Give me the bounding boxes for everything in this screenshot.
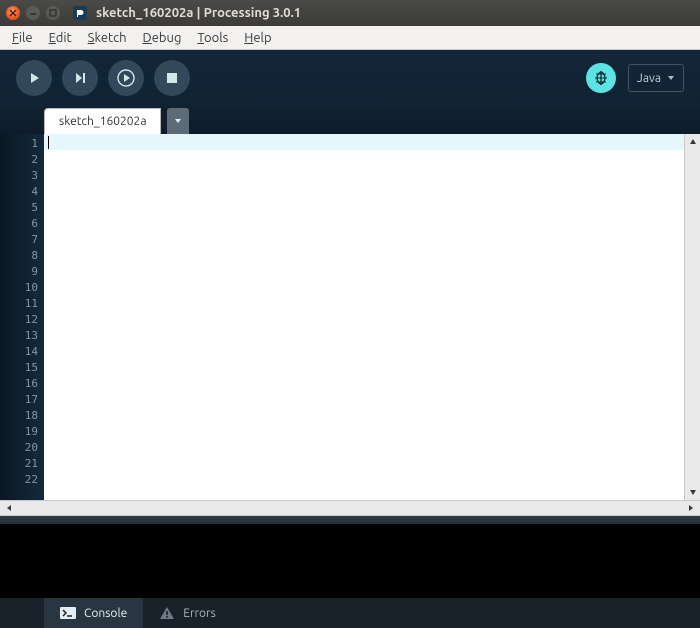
maximize-button[interactable] <box>46 6 60 20</box>
toolbar: Java <box>0 50 700 106</box>
run-button[interactable] <box>16 60 52 96</box>
splitter[interactable] <box>0 516 700 524</box>
window-titlebar: sketch_160202a | Processing 3.0.1 <box>0 0 700 26</box>
stop-button[interactable] <box>154 60 190 96</box>
menu-edit[interactable]: Edit <box>41 29 80 47</box>
menu-debug[interactable]: Debug <box>135 29 190 47</box>
editor-line <box>44 134 684 150</box>
tab-menu-button[interactable] <box>167 108 189 134</box>
app-icon <box>72 5 88 21</box>
console-tab-label: Console <box>84 607 127 620</box>
menu-bar: File Edit Sketch Debug Tools Help <box>0 26 700 50</box>
mode-selector[interactable]: Java <box>628 64 684 92</box>
chevron-down-icon <box>667 74 675 82</box>
vertical-scrollbar[interactable] <box>684 134 700 500</box>
sketch-tab-active[interactable]: sketch_160202a <box>44 108 161 134</box>
chevron-down-icon <box>174 117 182 125</box>
menu-sketch[interactable]: Sketch <box>80 29 135 47</box>
errors-tab-label: Errors <box>183 607 216 620</box>
message-tab-bar: Console Errors <box>0 598 700 628</box>
step-button[interactable] <box>62 60 98 96</box>
minimize-button[interactable] <box>26 6 40 20</box>
window-title: sketch_160202a | Processing 3.0.1 <box>96 6 301 20</box>
menu-help[interactable]: Help <box>236 29 279 47</box>
sketch-tab-label: sketch_160202a <box>59 115 146 128</box>
mode-label: Java <box>637 72 661 85</box>
console-icon <box>60 607 76 619</box>
console-output[interactable] <box>0 524 700 598</box>
close-button[interactable] <box>6 6 20 20</box>
horizontal-scrollbar[interactable] <box>0 500 700 516</box>
sketch-tab-bar: sketch_160202a <box>0 106 700 134</box>
line-number-gutter: 12345678910111213141516171819202122 <box>0 134 44 500</box>
warning-icon <box>159 606 175 620</box>
errors-tab[interactable]: Errors <box>143 598 232 628</box>
debug-toggle-icon[interactable] <box>586 63 616 93</box>
menu-file[interactable]: File <box>4 29 41 47</box>
scroll-up-arrow-icon[interactable] <box>685 134 700 150</box>
scroll-down-arrow-icon[interactable] <box>685 484 700 500</box>
menu-tools[interactable]: Tools <box>189 29 236 47</box>
editor-area: 12345678910111213141516171819202122 <box>0 134 700 500</box>
console-tab[interactable]: Console <box>44 598 143 628</box>
scroll-right-arrow-icon[interactable] <box>683 501 699 515</box>
scroll-left-arrow-icon[interactable] <box>1 501 17 515</box>
code-editor[interactable] <box>44 134 684 500</box>
debug-button[interactable] <box>108 60 144 96</box>
text-cursor <box>48 136 49 149</box>
